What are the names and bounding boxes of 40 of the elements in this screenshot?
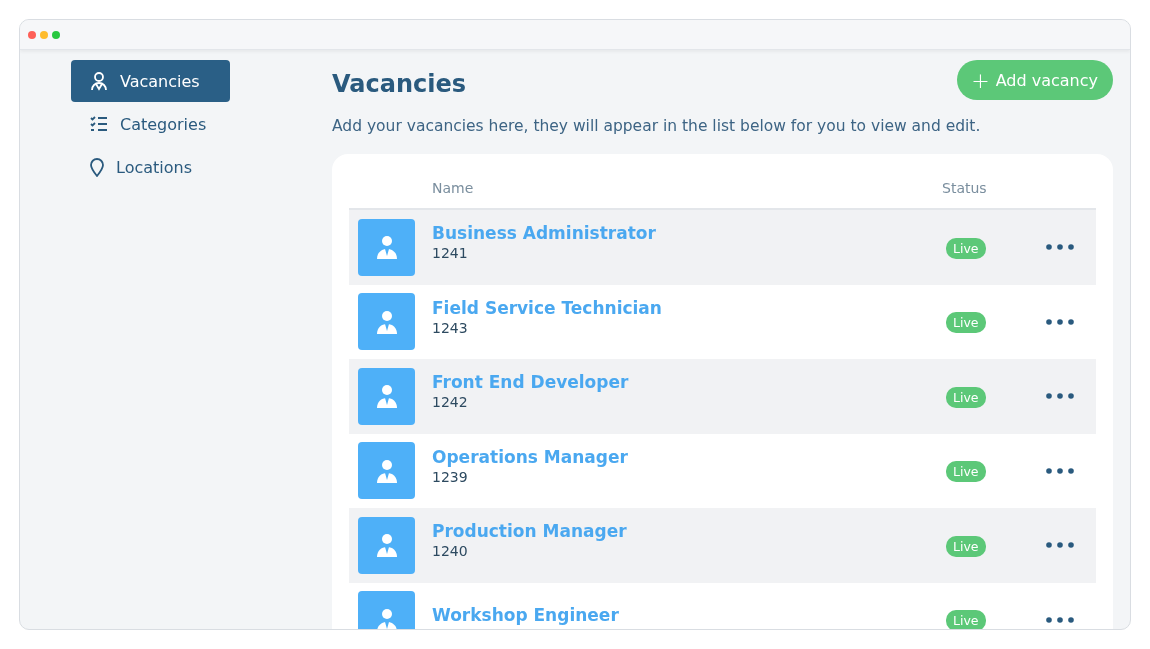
checklist-icon (90, 116, 108, 132)
column-header: Status (942, 180, 988, 196)
sidebar-item[interactable]: Locations (71, 146, 230, 188)
sidebar-item[interactable]: Vacancies (71, 60, 230, 102)
table-row[interactable]: Field Service Technician 1243 Live (349, 284, 1096, 359)
more-options-icon[interactable] (1046, 542, 1074, 549)
vacancy-id: 1239 (432, 468, 469, 485)
minimize-window-dot[interactable] (40, 30, 48, 39)
more-options-icon[interactable] (1046, 244, 1074, 251)
person-avatar-icon (358, 367, 415, 425)
more-options-icon[interactable] (1046, 467, 1074, 474)
person-icon (90, 71, 108, 91)
vacancy-id: 1240 (432, 543, 469, 560)
location-pin-icon (90, 157, 104, 177)
page-title: Vacancies (332, 70, 466, 98)
table-row[interactable]: Front End Developer 1242 Live (349, 359, 1096, 434)
status-badge: Live (946, 386, 986, 408)
person-avatar-icon (358, 293, 415, 351)
person-avatar-icon (358, 442, 415, 500)
vacancy-id: 1243 (432, 319, 469, 336)
column-header: Name (432, 180, 475, 196)
person-avatar-icon (358, 218, 415, 276)
page-description: Add your vacancies here, they will appear in the list below for you to view and edit. (332, 117, 982, 135)
table-row[interactable]: Business Administrator 1241 Live (349, 210, 1096, 285)
status-badge: Live (946, 237, 986, 259)
table-row[interactable]: Production Manager 1240 Live (349, 508, 1096, 583)
maximize-window-dot[interactable] (52, 30, 60, 39)
status-badge: Live (946, 312, 986, 334)
more-options-icon[interactable] (1046, 318, 1074, 325)
table-row[interactable]: Operations Manager 1239 Live (349, 433, 1096, 508)
vacancy-id: 1242 (432, 394, 469, 411)
status-badge: Live (946, 535, 986, 557)
person-avatar-icon (358, 516, 415, 574)
close-window-dot[interactable] (28, 30, 36, 39)
more-options-icon[interactable] (1046, 616, 1074, 623)
vacancy-id: 1241 (432, 245, 469, 262)
status-badge: Live (946, 461, 986, 483)
more-options-icon[interactable] (1046, 393, 1074, 400)
sidebar-item[interactable]: Categories (71, 103, 230, 145)
status-badge: Live (946, 610, 986, 629)
